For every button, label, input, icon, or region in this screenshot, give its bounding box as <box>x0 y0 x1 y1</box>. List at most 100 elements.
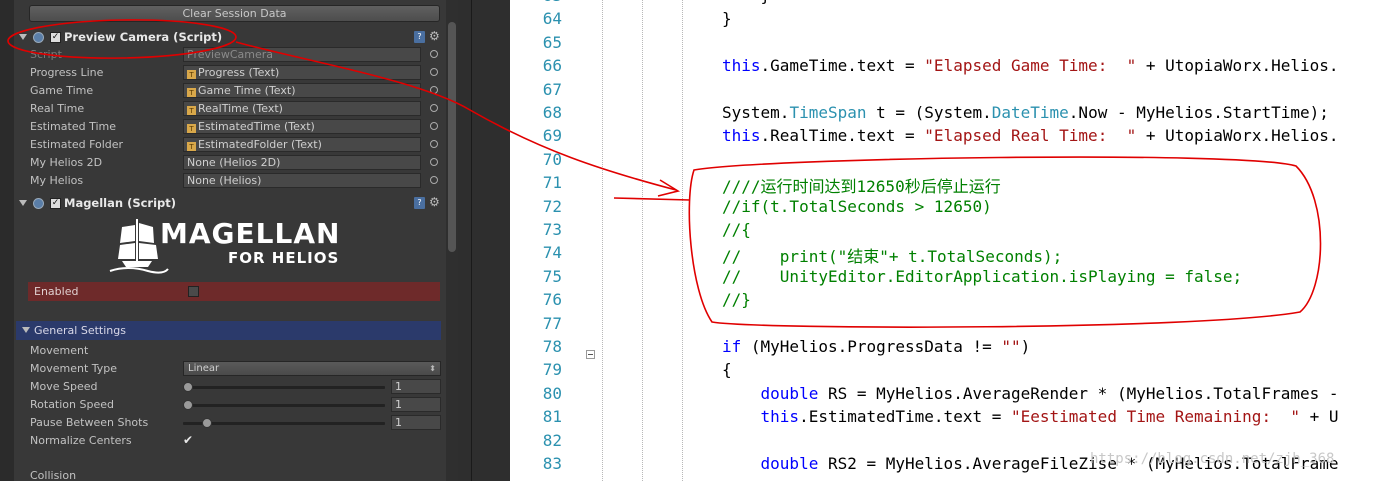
magellan-enabled-checkbox[interactable]: ✓ <box>50 198 61 209</box>
object-picker-icon[interactable] <box>430 158 438 166</box>
preview-camera-component-header[interactable]: ✓ Preview Camera (Script) ? ⚙ <box>16 29 446 47</box>
code-token: .EstimatedTime.text = <box>799 407 1011 427</box>
object-field[interactable]: T RealTime (Text) <box>183 101 421 116</box>
pause-between-shots-field[interactable]: 1 <box>391 415 441 430</box>
field-value: EstimatedTime (Text) <box>198 120 315 133</box>
line-number: 63 <box>510 0 562 5</box>
movement-type-label: Movement Type <box>30 362 118 375</box>
field-row: Estimated Time T EstimatedTime (Text) <box>30 119 442 135</box>
field-label: Real Time <box>30 102 85 115</box>
object-picker-icon[interactable] <box>430 68 438 76</box>
code-line[interactable]: } <box>722 9 732 28</box>
object-field[interactable]: PreviewCamera <box>183 47 421 62</box>
code-token: + UtopiaWorx.Helios. <box>1136 56 1339 76</box>
text-component-icon: T <box>187 88 196 97</box>
code-line[interactable]: { <box>722 360 732 379</box>
rotation-speed-label: Rotation Speed <box>30 398 114 411</box>
general-settings-header[interactable]: General Settings <box>16 321 441 340</box>
object-field[interactable]: T EstimatedFolder (Text) <box>183 137 421 152</box>
gear-icon[interactable]: ⚙ <box>429 29 440 43</box>
line-number: 68 <box>542 103 562 122</box>
line-number: 78 <box>542 337 562 356</box>
code-line[interactable]: ////运行时间达到12650秒后停止运行 <box>722 173 1001 197</box>
code-token: "" <box>1001 337 1021 356</box>
field-row: My Helios 2D None (Helios 2D) <box>30 155 442 171</box>
collapse-icon[interactable] <box>586 350 595 359</box>
code-token: this <box>722 407 800 427</box>
normalize-centers-checkbox[interactable]: ✔ <box>183 434 196 447</box>
code-editor[interactable]: 63 }64}6566this.GameTime.text = "Elapsed… <box>510 0 1392 481</box>
line-number: 67 <box>542 79 562 99</box>
foldout-arrow-icon[interactable] <box>22 327 30 333</box>
code-line[interactable]: // print("结束"+ t.TotalSeconds); <box>722 243 1062 267</box>
magellan-logo: MAGELLAN FOR HELIOS <box>109 217 339 274</box>
move-speed-slider-knob[interactable] <box>183 382 193 392</box>
line-number: 65 <box>542 32 562 52</box>
field-value: Game Time (Text) <box>198 84 296 97</box>
object-picker-icon[interactable] <box>430 104 438 112</box>
field-row: My Helios None (Helios) <box>30 173 442 189</box>
code-line[interactable]: if (MyHelios.ProgressData != "") <box>722 337 1030 356</box>
logo-subtext: FOR HELIOS <box>228 249 339 267</box>
code-token: "Elapsed Real Time: " <box>924 126 1137 146</box>
clear-session-data-button[interactable]: Clear Session Data <box>29 5 440 22</box>
code-token: //} <box>722 290 751 310</box>
gear-icon[interactable]: ⚙ <box>429 195 440 209</box>
object-picker-icon[interactable] <box>430 50 438 58</box>
movement-section-label: Movement <box>30 343 442 359</box>
dropdown-arrows-icon: ⬍ <box>429 364 436 373</box>
help-icon[interactable]: ? <box>414 197 425 209</box>
line-number: 66 <box>542 56 562 76</box>
move-speed-slider[interactable] <box>183 386 385 389</box>
enabled-checkbox[interactable] <box>188 286 199 297</box>
help-icon[interactable]: ? <box>414 31 425 43</box>
preview-camera-enabled-checkbox[interactable]: ✓ <box>50 32 61 43</box>
object-field[interactable]: None (Helios) <box>183 173 421 188</box>
text-component-icon: T <box>187 142 196 151</box>
pause-between-shots-label: Pause Between Shots <box>30 416 149 429</box>
code-line[interactable]: this.RealTime.text = "Elapsed Real Time:… <box>722 126 1339 145</box>
code-line[interactable]: this.EstimatedTime.text = "Eestimated Ti… <box>722 407 1339 426</box>
code-token: // UnityEditor.EditorApplication.isPlayi… <box>722 266 1243 286</box>
inspector-scroll-thumb[interactable] <box>448 22 456 252</box>
line-number: 83 <box>542 454 562 473</box>
object-picker-icon[interactable] <box>430 122 438 130</box>
script-icon <box>33 32 44 43</box>
indent-guide <box>602 0 603 481</box>
line-number: 77 <box>542 313 562 333</box>
pause-between-shots-slider-knob[interactable] <box>202 418 213 428</box>
field-value: RealTime (Text) <box>198 102 283 115</box>
component-title: Magellan (Script) <box>64 196 177 210</box>
object-picker-icon[interactable] <box>430 140 438 148</box>
code-line[interactable]: //} <box>722 290 751 309</box>
object-field[interactable]: None (Helios 2D) <box>183 155 421 170</box>
code-line[interactable]: // UnityEditor.EditorApplication.isPlayi… <box>722 267 1242 286</box>
object-field[interactable]: T EstimatedTime (Text) <box>183 119 421 134</box>
object-field[interactable]: T Progress (Text) <box>183 65 421 80</box>
code-line[interactable]: System.TimeSpan t = (System.DateTime.Now… <box>722 103 1329 122</box>
movement-type-dropdown[interactable]: Linear ⬍ <box>183 361 441 376</box>
magellan-component-header[interactable]: ✓ Magellan (Script) ? ⚙ <box>16 195 446 213</box>
code-line[interactable]: double RS = MyHelios.AverageRender * (My… <box>722 384 1339 403</box>
rotation-speed-field[interactable]: 1 <box>391 397 441 412</box>
code-line[interactable]: this.GameTime.text = "Elapsed Game Time:… <box>722 56 1339 75</box>
rotation-speed-slider[interactable] <box>183 404 385 407</box>
move-speed-field[interactable]: 1 <box>391 379 441 394</box>
foldout-arrow-icon[interactable] <box>19 34 27 40</box>
object-picker-icon[interactable] <box>430 176 438 184</box>
code-line[interactable]: //if(t.TotalSeconds > 12650) <box>722 197 992 216</box>
code-line[interactable]: //{ <box>722 220 751 239</box>
panel-divider[interactable] <box>458 0 510 481</box>
rotation-speed-slider-knob[interactable] <box>183 400 193 410</box>
code-line[interactable]: } <box>722 0 771 5</box>
object-picker-icon[interactable] <box>430 86 438 94</box>
movement-type-row: Movement Type Linear ⬍ <box>30 361 442 377</box>
code-token: .GameTime.text = <box>760 56 925 76</box>
movement-label: Movement <box>30 344 89 357</box>
pause-between-shots-slider[interactable] <box>183 422 385 425</box>
code-token: .RealTime.text = <box>760 126 925 146</box>
object-field[interactable]: T Game Time (Text) <box>183 83 421 98</box>
field-value: EstimatedFolder (Text) <box>198 138 322 151</box>
line-number: 74 <box>542 243 562 263</box>
foldout-arrow-icon[interactable] <box>19 200 27 206</box>
